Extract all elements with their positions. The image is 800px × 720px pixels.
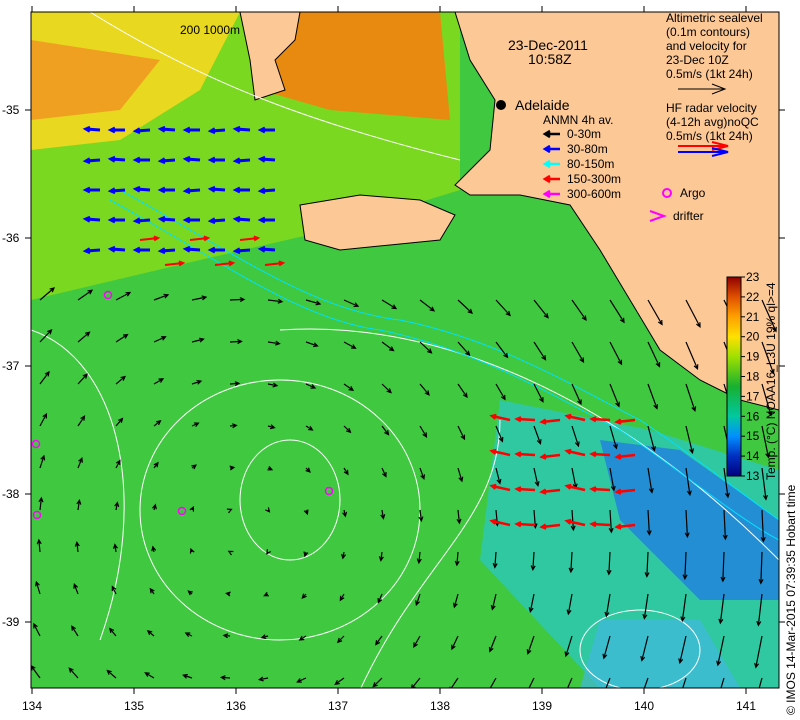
velocity-arrow	[107, 126, 125, 134]
velocity-arrow	[257, 126, 275, 134]
legend-text: (4-12h avg)noQC	[666, 115, 759, 129]
colorbar-tick-label: 18	[746, 370, 760, 384]
colorbar-tick-label: 23	[746, 270, 760, 284]
velocity-arrow	[207, 246, 225, 254]
anmn-item-label: 30-80m	[567, 142, 608, 156]
velocity-arrow	[157, 186, 175, 194]
drifter-label: drifter	[673, 209, 704, 223]
anmn-item-label: 300-600m	[567, 187, 621, 201]
velocity-arrow	[182, 126, 200, 134]
argo-label: Argo	[680, 186, 706, 200]
colorbar-tick-label: 13	[746, 469, 760, 483]
anmn-item-label: 150-300m	[567, 172, 621, 186]
legend-text: (0.1m contours)	[666, 25, 750, 39]
colorbar	[726, 276, 742, 477]
lat-tick-label: -36	[2, 231, 20, 245]
velocity-arrow	[207, 156, 225, 164]
sst-map-figure: 134 135 136 137 138 139 140 141 -35 -36 -37 -38 -39 …	[0, 0, 800, 720]
map-time: 10:58Z	[528, 51, 572, 67]
lon-tick-label: 134	[22, 699, 42, 713]
map-svg: 134 135 136 137 138 139 140 141-35-36-37-38-39 …	[2, 6, 798, 715]
scale-bar-label: 200 1000m	[180, 23, 240, 37]
lat-tick-label: -39	[2, 615, 20, 629]
legend-text: Altimetric sealevel	[666, 11, 763, 25]
lon-tick-label: 138	[430, 699, 450, 713]
velocity-arrow	[132, 246, 150, 254]
colorbar-tick-label: 20	[746, 330, 760, 344]
colorbar-tick-label: 21	[746, 310, 760, 324]
colorbar-label: Temp. (°C) NOAA16_L3U 19% ql>=4	[764, 282, 778, 480]
legend-text: and velocity for	[666, 39, 747, 53]
legend-text: 0.5m/s (1kt 24h)	[666, 67, 753, 81]
colorbar-tick-label: 16	[746, 409, 760, 423]
lon-tick-label: 135	[124, 699, 144, 713]
velocity-arrow	[82, 186, 100, 194]
lon-tick-label: 137	[328, 699, 348, 713]
velocity-arrow	[257, 216, 275, 224]
city-label: Adelaide	[515, 97, 570, 113]
colorbar-tick-label: 19	[746, 350, 760, 364]
lon-tick-label: 139	[532, 699, 552, 713]
colorbar-tick-label: 22	[746, 290, 760, 304]
velocity-arrow	[232, 186, 250, 194]
anmn-title: ANMN 4h av.	[543, 113, 613, 127]
city-dot-icon	[496, 100, 506, 110]
velocity-arrow	[132, 156, 150, 164]
anmn-item-label: 80-150m	[567, 157, 614, 171]
legend-text: HF radar velocity	[666, 101, 757, 115]
colorbar-tick-label: 15	[746, 429, 760, 443]
legend-text: 23-Dec 10Z	[666, 53, 729, 67]
lon-tick-label: 140	[634, 699, 654, 713]
colorbar-tick-label: 17	[746, 389, 760, 403]
lat-tick-label: -37	[2, 359, 20, 373]
velocity-arrow	[107, 216, 125, 224]
lat-tick-label: -35	[2, 103, 20, 117]
anmn-item-label: 0-30m	[567, 127, 601, 141]
credit-text: © IMOS 14-Mar-2015 07:39:35 Hobart time	[784, 484, 798, 715]
velocity-arrow	[182, 216, 200, 224]
lat-tick-label: -38	[2, 487, 20, 501]
colorbar-tick-label: 14	[746, 449, 760, 463]
lon-tick-label: 136	[226, 699, 246, 713]
legend-text: 0.5m/s (1kt 24h)	[666, 129, 753, 143]
lon-tick-label: 141	[736, 699, 756, 713]
